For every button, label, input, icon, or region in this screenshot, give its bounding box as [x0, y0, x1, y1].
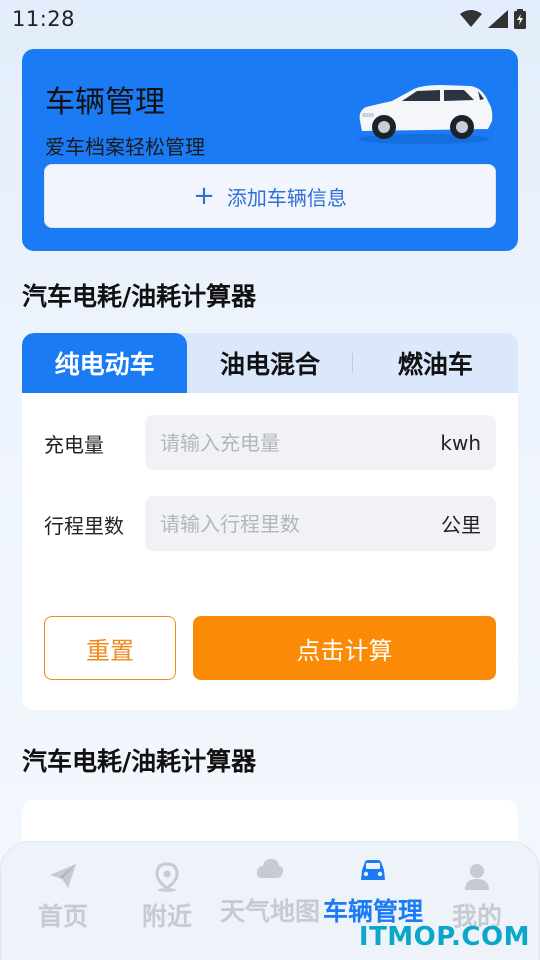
car-icon [361, 860, 385, 880]
mileage-field: 公里 [145, 496, 496, 551]
charge-amount-input[interactable] [160, 430, 441, 455]
mileage-label: 行程里数 [44, 514, 124, 538]
calculator-title: 汽车电耗/油耗计算器 [22, 282, 257, 311]
nav-label-weather-map: 天气地图 [219, 897, 320, 926]
nav-item-home[interactable]: 首页 [9, 842, 117, 960]
user-icon [465, 864, 489, 890]
charge-amount-row: 充电量 kwh [22, 415, 518, 470]
status-bar: 11:28 [0, 0, 540, 38]
hero-title: 车辆管理 [45, 85, 165, 120]
watermark: ITMOP.COM [358, 922, 530, 952]
mileage-unit: 公里 [441, 513, 481, 537]
tab-divider [352, 353, 353, 373]
suv-car-illustration [358, 85, 493, 144]
nav-label-home: 首页 [37, 902, 88, 931]
nav-item-nearby[interactable]: 附近 [113, 842, 221, 960]
charge-amount-label: 充电量 [44, 433, 104, 457]
location-pin-icon [155, 862, 179, 892]
tab-hybrid[interactable]: 油电混合 [187, 333, 352, 393]
add-vehicle-button[interactable]: + 添加车辆信息 [44, 164, 496, 228]
nav-label-nearby: 附近 [141, 902, 192, 931]
tab-fuel[interactable]: 燃油车 [353, 333, 518, 393]
result-section-title: 汽车电耗/油耗计算器 [22, 747, 257, 776]
add-vehicle-label: 添加车辆信息 [226, 185, 347, 210]
paper-plane-icon [50, 864, 76, 888]
calculator-card: 纯电动车 油电混合 燃油车 充电量 kwh 行程里数 公里 重置 点击计算 [22, 333, 518, 710]
wifi-icon [460, 10, 482, 27]
cloud-icon [256, 859, 284, 878]
mileage-input[interactable] [160, 511, 441, 536]
hero-subtitle: 爱车档案轻松管理 [45, 135, 205, 159]
tab-electric[interactable]: 纯电动车 [22, 333, 188, 393]
vehicle-type-tabs: 纯电动车 油电混合 燃油车 [22, 333, 518, 393]
charge-amount-field: kwh [145, 415, 496, 470]
vehicle-management-card: 车辆管理 爱车档案轻松管理 + 添加车辆信息 [22, 49, 518, 251]
mileage-row: 行程里数 公里 [22, 496, 518, 551]
status-icons [460, 9, 526, 29]
calculate-button[interactable]: 点击计算 [193, 616, 496, 680]
signal-icon [488, 10, 508, 28]
battery-icon [514, 9, 526, 29]
charge-unit: kwh [440, 430, 481, 455]
nav-item-weather-map[interactable]: 天气地图 [216, 842, 324, 960]
plus-icon: + [193, 181, 215, 211]
reset-button[interactable]: 重置 [44, 616, 176, 680]
status-time: 11:28 [12, 7, 76, 31]
